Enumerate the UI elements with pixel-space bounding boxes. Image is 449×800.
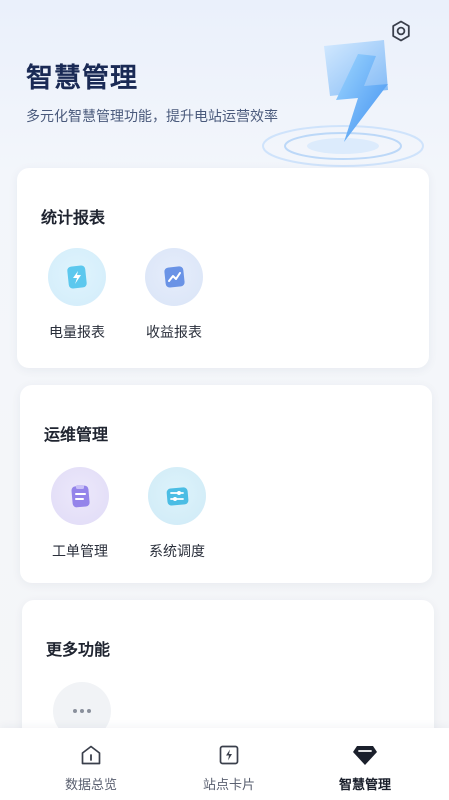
more-section-title: 更多功能 bbox=[46, 640, 111, 659]
system-dispatch-label: 系统调度 bbox=[149, 544, 205, 560]
revenue-report-button[interactable]: 收益报表 bbox=[134, 248, 214, 348]
lightning-card-icon bbox=[216, 742, 242, 768]
stats-section-title: 统计报表 bbox=[41, 208, 106, 227]
bottom-tab-bar: 数据总览 站点卡片 智慧管理 bbox=[0, 728, 449, 800]
power-report-button[interactable]: 电量报表 bbox=[37, 248, 117, 348]
dispatch-sliders-icon bbox=[148, 467, 206, 525]
home-icon bbox=[78, 742, 104, 768]
tab-site-cards[interactable]: 站点卡片 bbox=[154, 728, 304, 800]
work-order-label: 工单管理 bbox=[52, 544, 108, 560]
stats-report-card: 统计报表 电量报表 收益报表 bbox=[17, 168, 429, 368]
power-report-icon bbox=[48, 248, 106, 306]
settings-button[interactable] bbox=[386, 16, 416, 46]
ops-management-card: 运维管理 工单管理 系统调度 bbox=[20, 385, 432, 583]
tab-smart-management[interactable]: 智慧管理 bbox=[290, 728, 440, 800]
lightning-bolt-icon bbox=[262, 40, 424, 167]
page-subtitle: 多元化智慧管理功能，提升电站运营效率 bbox=[26, 109, 278, 125]
revenue-chart-icon bbox=[145, 248, 203, 306]
tab-smart-management-label: 智慧管理 bbox=[338, 778, 391, 793]
revenue-report-label: 收益报表 bbox=[146, 325, 202, 341]
work-order-icon bbox=[51, 467, 109, 525]
ops-section-title: 运维管理 bbox=[44, 425, 109, 444]
diamond-icon bbox=[352, 742, 378, 768]
tab-data-overview[interactable]: 数据总览 bbox=[16, 728, 166, 800]
page-title: 智慧管理 bbox=[26, 63, 138, 94]
power-report-label: 电量报表 bbox=[49, 325, 105, 341]
tab-data-overview-label: 数据总览 bbox=[64, 778, 117, 793]
gear-icon bbox=[392, 20, 410, 42]
work-order-button[interactable]: 工单管理 bbox=[40, 467, 120, 567]
system-dispatch-button[interactable]: 系统调度 bbox=[137, 467, 217, 567]
page-header: 智慧管理 多元化智慧管理功能，提升电站运营效率 bbox=[0, 0, 449, 170]
tab-site-cards-label: 站点卡片 bbox=[202, 778, 255, 793]
